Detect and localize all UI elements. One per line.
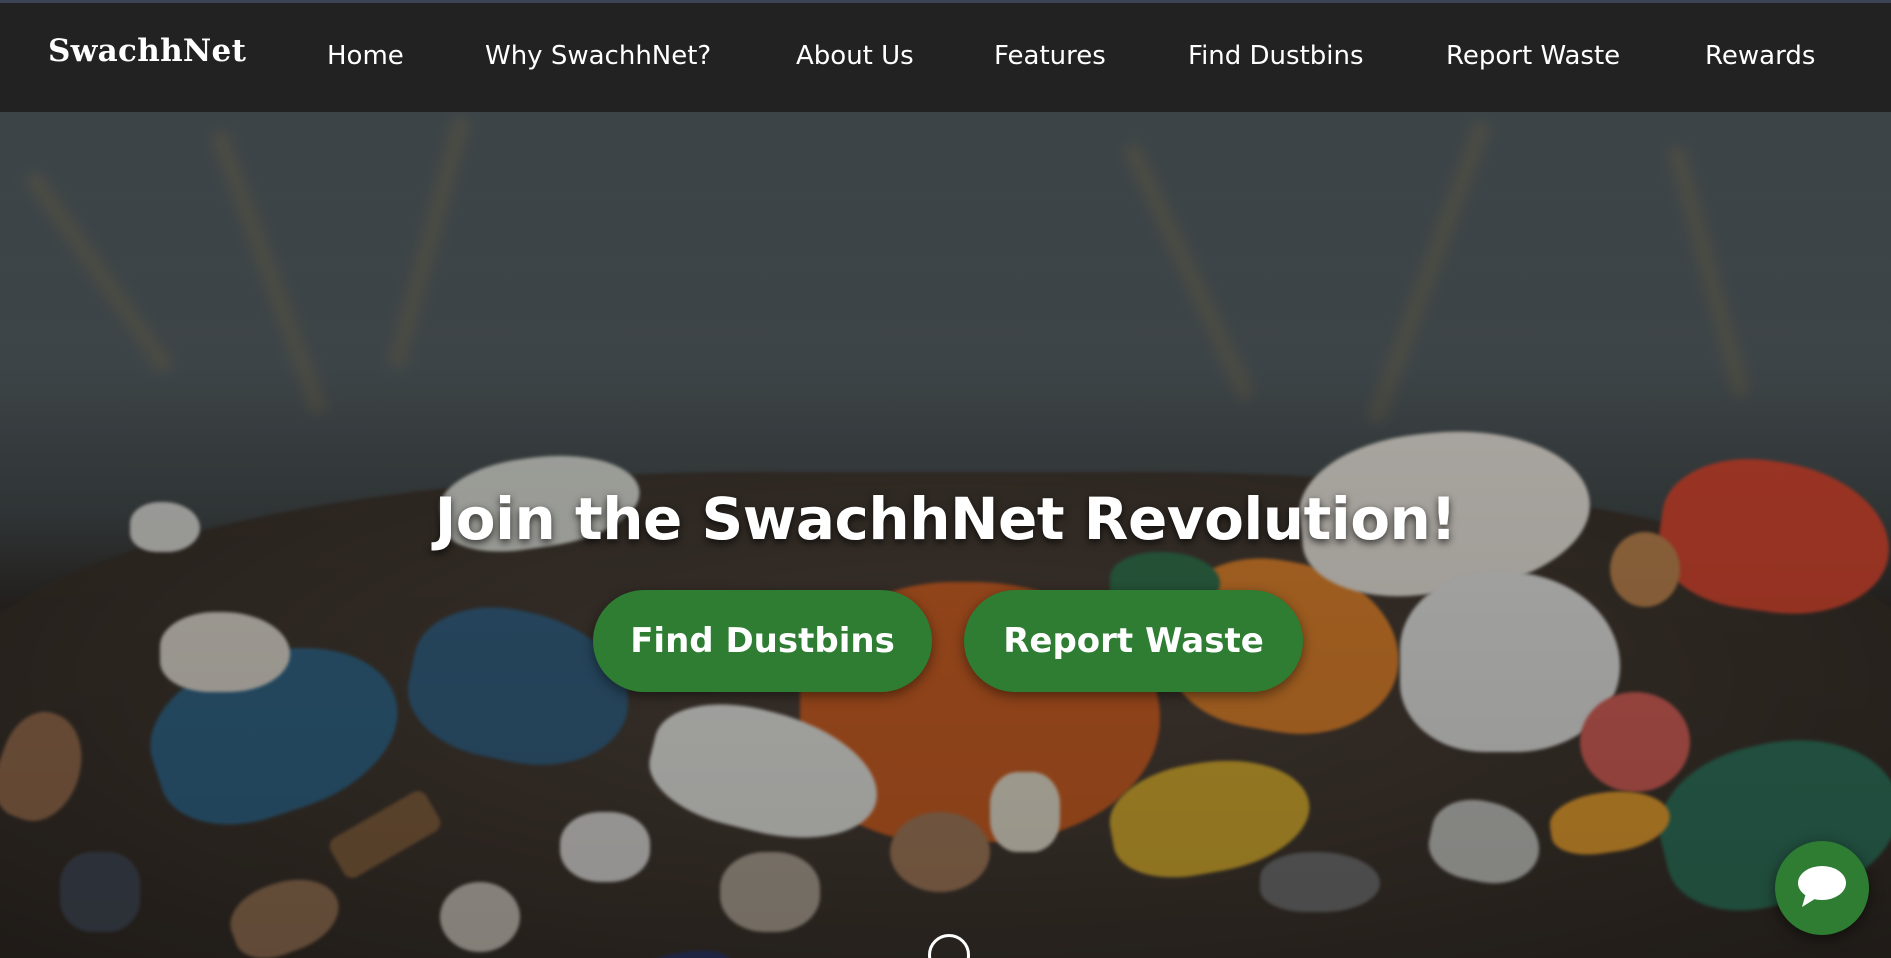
nav-item-find-dustbins[interactable]: Find Dustbins bbox=[1188, 41, 1364, 71]
hero-section: Join the SwachhNet Revolution! Find Dust… bbox=[0, 112, 1891, 958]
nav-item-about-us[interactable]: About Us bbox=[796, 41, 914, 71]
report-waste-button[interactable]: Report Waste bbox=[964, 590, 1303, 692]
find-dustbins-button[interactable]: Find Dustbins bbox=[593, 590, 932, 692]
nav-menu: Home Why SwachhNet? About Us Features Fi… bbox=[0, 3, 1891, 112]
nav-item-rewards[interactable]: Rewards bbox=[1705, 41, 1815, 71]
nav-item-report-waste[interactable]: Report Waste bbox=[1446, 41, 1620, 71]
nav-item-features[interactable]: Features bbox=[994, 41, 1106, 71]
nav-item-why-swachhnet[interactable]: Why SwachhNet? bbox=[485, 41, 711, 71]
chat-button[interactable] bbox=[1775, 841, 1869, 935]
nav-item-home[interactable]: Home bbox=[327, 41, 404, 71]
navbar: SwachhNet Home Why SwachhNet? About Us F… bbox=[0, 3, 1891, 112]
chat-bubble-icon bbox=[1796, 863, 1848, 913]
hero-title: Join the SwachhNet Revolution! bbox=[434, 485, 1457, 553]
